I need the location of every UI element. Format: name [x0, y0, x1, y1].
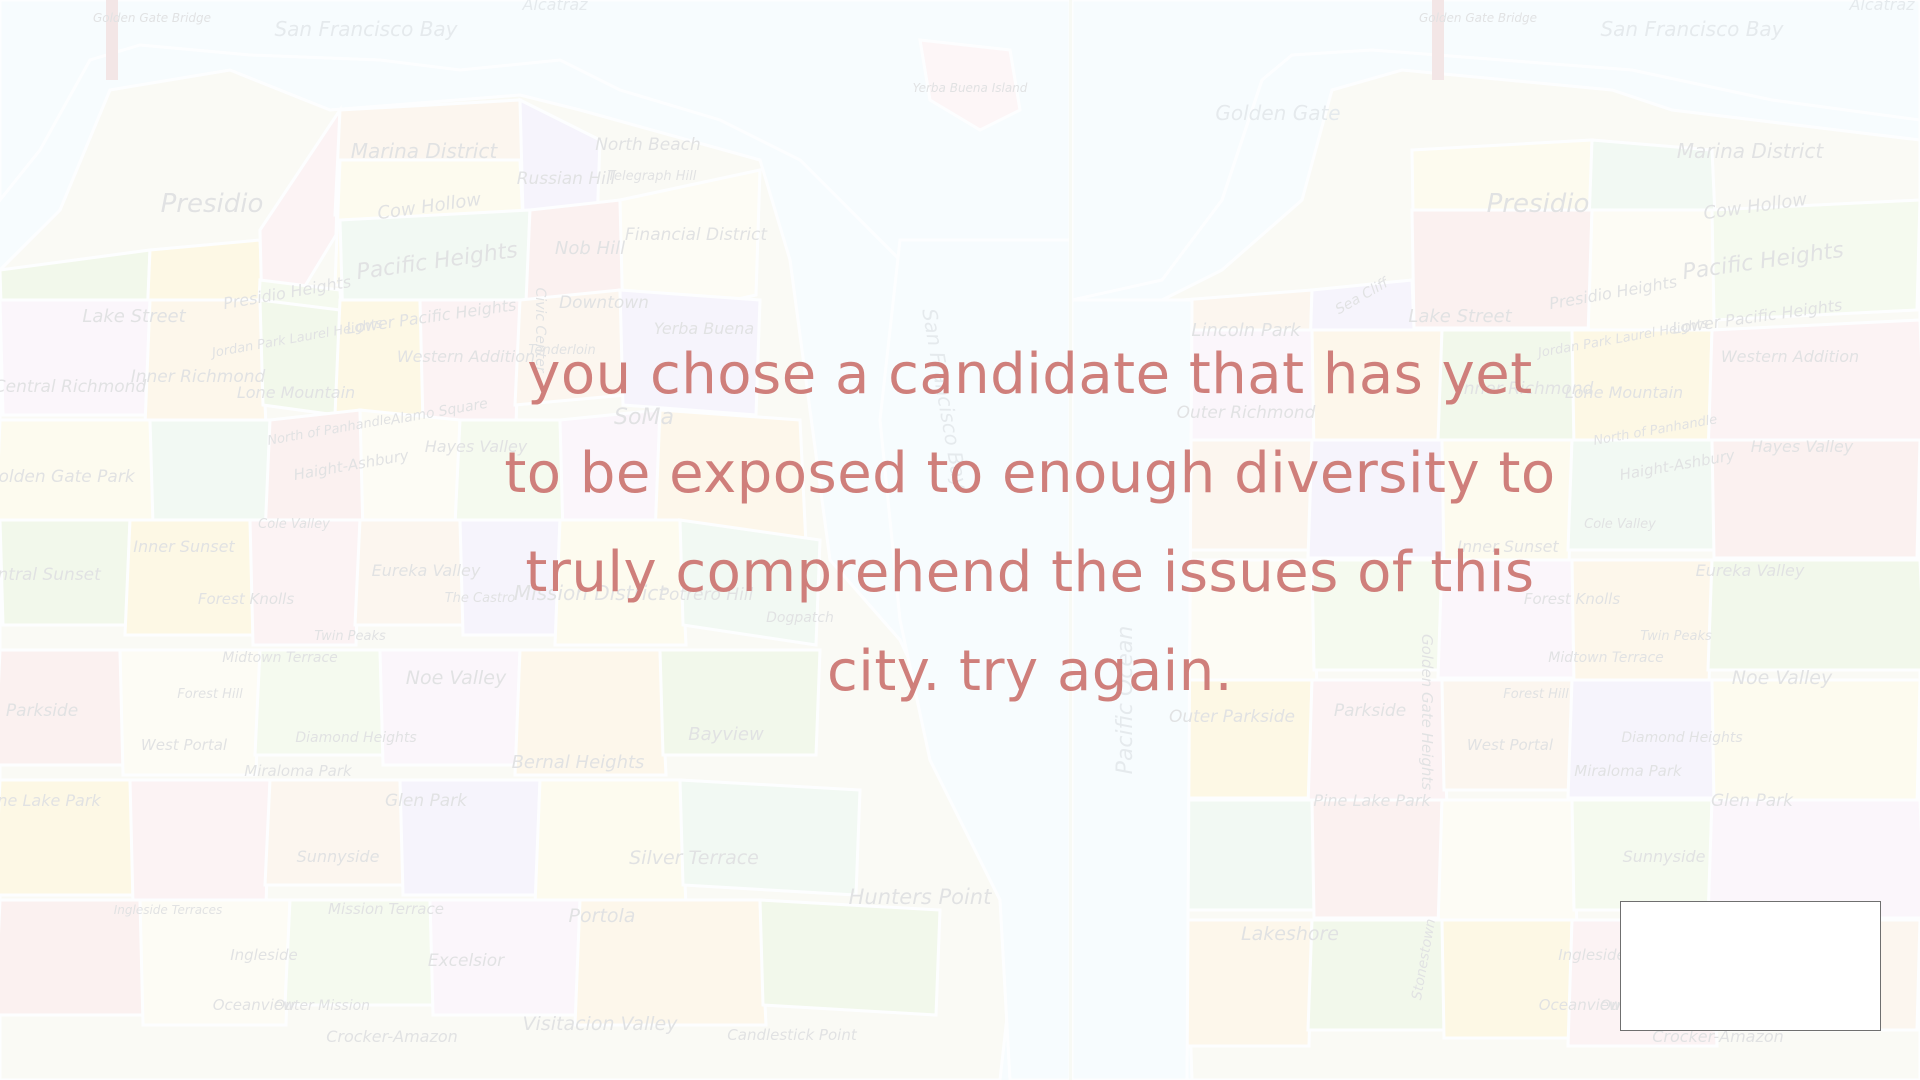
neighborhood-label: Ingleside Terraces	[114, 903, 223, 917]
neighborhood-label: Forest Hill	[177, 687, 243, 702]
neighborhood-region	[1310, 798, 1444, 920]
neighborhood-label: Crocker-Amazon	[326, 1027, 458, 1046]
neighborhood-label: Visitacion Valley	[523, 1013, 679, 1035]
neighborhood-label: Silver Terrace	[629, 847, 759, 869]
result-message: you chose a candidate that has yet to be…	[480, 325, 1580, 721]
neighborhood-label: Golden Gate Park	[0, 467, 136, 487]
landmark-label: Yerba Buena Island	[913, 81, 1028, 95]
neighborhood-label: Hayes Valley	[1751, 437, 1854, 456]
neighborhood-label: Miraloma Park	[244, 762, 353, 780]
neighborhood-label: West Portal	[141, 736, 228, 754]
neighborhood-label: Forest Knolls	[198, 590, 295, 608]
neighborhood-label: Marina District	[351, 139, 499, 163]
neighborhood-label: Downtown	[559, 293, 649, 313]
blank-panel	[1620, 901, 1881, 1031]
neighborhood-label: North Beach	[595, 135, 701, 155]
neighborhood-label: Diamond Heights	[1621, 730, 1742, 746]
neighborhood-label: Central Richmond	[0, 377, 146, 397]
result-message-line: truly comprehend the issues of this	[525, 540, 1535, 605]
neighborhood-label: Telegraph Hill	[608, 169, 697, 184]
neighborhood-label: Inner Sunset	[133, 537, 235, 556]
neighborhood-label: Midtown Terrace	[222, 650, 338, 666]
neighborhood-label: Western Addition	[1721, 347, 1859, 366]
neighborhood-region	[678, 778, 862, 897]
neighborhood-region	[533, 778, 688, 907]
neighborhood-label: Nob Hill	[555, 238, 625, 259]
neighborhood-label: Diamond Heights	[295, 730, 416, 746]
neighborhood-label: Excelsior	[428, 951, 505, 971]
neighborhood-label: Glen Park	[1711, 791, 1794, 811]
neighborhood-region	[1710, 678, 1920, 808]
neighborhood-label: Twin Peaks	[314, 629, 386, 644]
neighborhood-label: Cole Valley	[258, 517, 330, 532]
neighborhood-label: Glen Park	[385, 791, 468, 811]
landmark-label: Golden Gate Bridge	[1419, 11, 1537, 25]
neighborhood-region	[1176, 798, 1319, 912]
neighborhood-label: Lake Street	[82, 306, 186, 327]
neighborhood-region	[1710, 438, 1920, 560]
neighborhood-label: Portola	[569, 905, 636, 927]
result-message-line: to be exposed to enough diversity to	[504, 441, 1556, 506]
neighborhood-label: Parkside	[6, 701, 78, 721]
water-label: Alcatraz	[521, 0, 588, 14]
neighborhood-label: Miraloma Park	[1574, 762, 1683, 780]
neighborhood-label: Russian Hill	[517, 169, 616, 189]
game-stage: Presidio Marina District North Beach Russia…	[0, 0, 1920, 1080]
neighborhood-label: Presidio	[1487, 189, 1590, 219]
neighborhood-label: Candlestick Point	[727, 1026, 858, 1044]
water-label: San Francisco Bay	[274, 17, 458, 41]
result-message-line: city. try again.	[826, 639, 1233, 704]
neighborhood-label: Presidio	[161, 189, 264, 219]
neighborhood-label: Sunnyside	[297, 847, 380, 866]
neighborhood-label: Eureka Valley	[1696, 561, 1805, 580]
neighborhood-region	[248, 518, 362, 647]
neighborhood-region	[148, 418, 272, 527]
neighborhood-label: Eureka Valley	[372, 561, 481, 580]
neighborhood-region	[1570, 558, 1714, 688]
neighborhood-region	[1436, 798, 1579, 928]
neighborhood-label: Hunters Point	[849, 885, 992, 909]
neighborhood-region	[128, 778, 272, 907]
neighborhood-label: Ingleside	[1558, 946, 1626, 964]
neighborhood-region	[1706, 318, 1920, 458]
neighborhood-label: West Portal	[1467, 736, 1554, 754]
water-label: San Francisco Bay	[1600, 17, 1784, 41]
neighborhood-label: Pine Lake Park	[1313, 791, 1431, 810]
neighborhood-label: Cole Valley	[1584, 517, 1656, 532]
neighborhood-label: Bernal Heights	[512, 752, 645, 773]
result-message-line: you chose a candidate that has yet	[527, 342, 1533, 407]
neighborhood-label: Marina District	[1677, 139, 1825, 163]
neighborhood-label: Outer Mission	[274, 998, 370, 1014]
landmark-label: Golden Gate Bridge	[93, 11, 211, 25]
neighborhood-label: Lone Mountain	[1565, 383, 1683, 402]
neighborhood-label: Sunnyside	[1623, 847, 1706, 866]
water-label: Alcatraz	[1848, 0, 1915, 14]
neighborhood-label: Lakeshore	[1241, 923, 1339, 945]
neighborhood-label: Pine Lake Park	[0, 791, 101, 810]
neighborhood-label: Noe Valley	[1732, 667, 1833, 689]
neighborhood-label: Mission Terrace	[328, 900, 444, 918]
water-label: Golden Gate	[1215, 101, 1340, 125]
neighborhood-label: Lake Street	[1408, 306, 1512, 327]
neighborhood-label: Ingleside	[230, 946, 298, 964]
neighborhood-label: Bayview	[688, 724, 764, 745]
neighborhood-label: Lone Mountain	[237, 383, 355, 402]
neighborhood-label: Financial District	[625, 225, 768, 245]
neighborhood-region	[758, 898, 942, 1017]
neighborhood-region	[118, 648, 262, 777]
neighborhood-region	[0, 898, 148, 1017]
neighborhood-region	[1440, 918, 1574, 1040]
neighborhood-label: Twin Peaks	[1640, 629, 1712, 644]
neighborhood-label: Central Sunset	[0, 565, 102, 585]
